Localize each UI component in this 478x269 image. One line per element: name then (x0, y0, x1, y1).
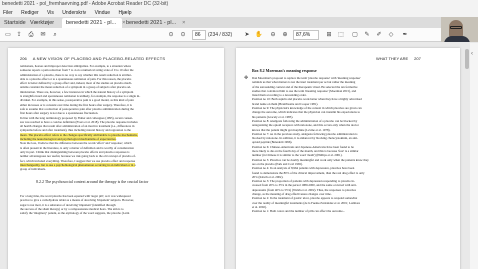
left-section-title: 8.2.2 The psychosocial context around th… (36, 179, 149, 184)
menu-item-view[interactable]: Vis (47, 10, 54, 16)
stamp-icon[interactable]: ◇ (386, 30, 396, 40)
glasses-icon (450, 26, 462, 29)
right-page: WHAT THEY ARE 207 Box 8.2 Moerman's meani… (236, 48, 460, 269)
zoom-in-icon[interactable]: ⊕ (280, 30, 290, 40)
search-icon[interactable]: ⌕ (50, 30, 60, 40)
right-page-header: WHAT THEY ARE 207 (376, 56, 421, 61)
comment-icon[interactable]: ▢ (350, 30, 360, 40)
scrollbar-thumb[interactable] (465, 49, 469, 69)
box-title: Box 8.2 Moerman's meaning response (252, 68, 317, 73)
menu-item-sign[interactable]: Underskriv (62, 10, 86, 16)
text-line: satisfy the 'imaginary' patient, as the … (20, 211, 130, 216)
sign-icon[interactable]: ✒ (400, 30, 410, 40)
page-number-input[interactable]: 86 (192, 30, 206, 40)
toolbar: ▭ ⇪ ⎙ ✉ ⌕ ⊙ ⊙ 86 (234 / 832) ➤ ✋ ⊖ ⊕ 87,… (0, 28, 478, 42)
save-icon[interactable]: ▭ (3, 30, 13, 40)
hand-icon[interactable]: ✋ (254, 30, 264, 40)
move-cursor-icon: ✥ (244, 75, 249, 81)
person-body (444, 36, 470, 42)
zoom-select[interactable]: 87,6% (293, 30, 319, 40)
tab-tools-label: Værktøjer (30, 20, 55, 26)
menu-item-edit[interactable]: Rediger (21, 10, 39, 16)
left-page-number: 206 (20, 56, 27, 61)
tab-home[interactable]: Startside (0, 18, 26, 28)
tab-bar: Startside Værktøjer benedetti 2021 - pl.… (0, 17, 478, 28)
webcam-overlay (441, 17, 478, 42)
mail-icon[interactable]: ✉ (38, 30, 48, 40)
select-arrow-icon[interactable]: ➤ (242, 30, 252, 40)
draw-icon[interactable]: ✐ (374, 30, 384, 40)
menu-item-file[interactable]: Filer (3, 10, 13, 16)
text-line: Position no 1: Both colors and the numbe… (252, 209, 345, 214)
left-section-text: For a long time, the word placebo has be… (20, 194, 216, 215)
zoom-out-icon[interactable]: ⊖ (268, 30, 278, 40)
tab-document-2[interactable]: benedetti 2021 - pl... × (122, 18, 185, 28)
right-tools-pane: ‹ (470, 43, 478, 269)
highlight-pen-icon[interactable]: ✎ (362, 30, 372, 40)
text-line: group of individuals. (20, 167, 46, 172)
left-page-header: 206 A NEW VISION OF PLACEBO AND PLACEBO-R… (20, 56, 165, 61)
window-title-bar: benedetti 2021 - pol_fremhaevning.pdf - … (0, 0, 478, 9)
left-body-text: remissions, hoaxes and improper detectio… (20, 64, 216, 171)
fit-page-icon[interactable]: ⊞ (324, 30, 334, 40)
tab-document-1-label: benedetti 2021 - pl... (66, 20, 117, 26)
prev-page-icon[interactable]: ⊙ (166, 30, 176, 40)
menu-bar: Filer Rediger Vis Underskriv Vindue Hjæl… (0, 9, 478, 17)
next-page-icon[interactable]: ⊙ (178, 30, 188, 40)
right-body-text: Dan Moerman's proposal to replace the te… (252, 76, 452, 214)
left-page: 206 A NEW VISION OF PLACEBO AND PLACEBO-R… (8, 48, 224, 269)
page-count: (234 / 832) (208, 32, 233, 38)
right-page-number: 207 (414, 56, 421, 61)
print-icon[interactable]: ⎙ (26, 30, 36, 40)
left-page-running-title: A NEW VISION OF PLACEBO AND PLACEBO-RELA… (32, 56, 166, 61)
close-icon[interactable]: × (182, 20, 185, 26)
menu-item-window[interactable]: Vindue (95, 10, 110, 16)
tab-home-label: Startside (4, 20, 26, 26)
tab-tools[interactable]: Værktøjer (26, 18, 62, 28)
tab-document-2-label: benedetti 2021 - pl... (126, 20, 177, 26)
window-title: benedetti 2021 - pol_fremhaevning.pdf - … (2, 1, 169, 7)
marquee-icon[interactable]: ⬚ (336, 30, 346, 40)
menu-item-help[interactable]: Hjælp (118, 10, 131, 16)
right-page-running-title: WHAT THEY ARE (376, 56, 409, 61)
vertical-scrollbar[interactable] (465, 43, 469, 269)
collapse-pane-icon[interactable]: ‹ (471, 51, 473, 57)
tab-document-1[interactable]: benedetti 2021 - pl... × (62, 18, 125, 28)
upload-icon[interactable]: ⇪ (14, 30, 24, 40)
document-canvas[interactable]: 206 A NEW VISION OF PLACEBO AND PLACEBO-R… (0, 43, 478, 269)
